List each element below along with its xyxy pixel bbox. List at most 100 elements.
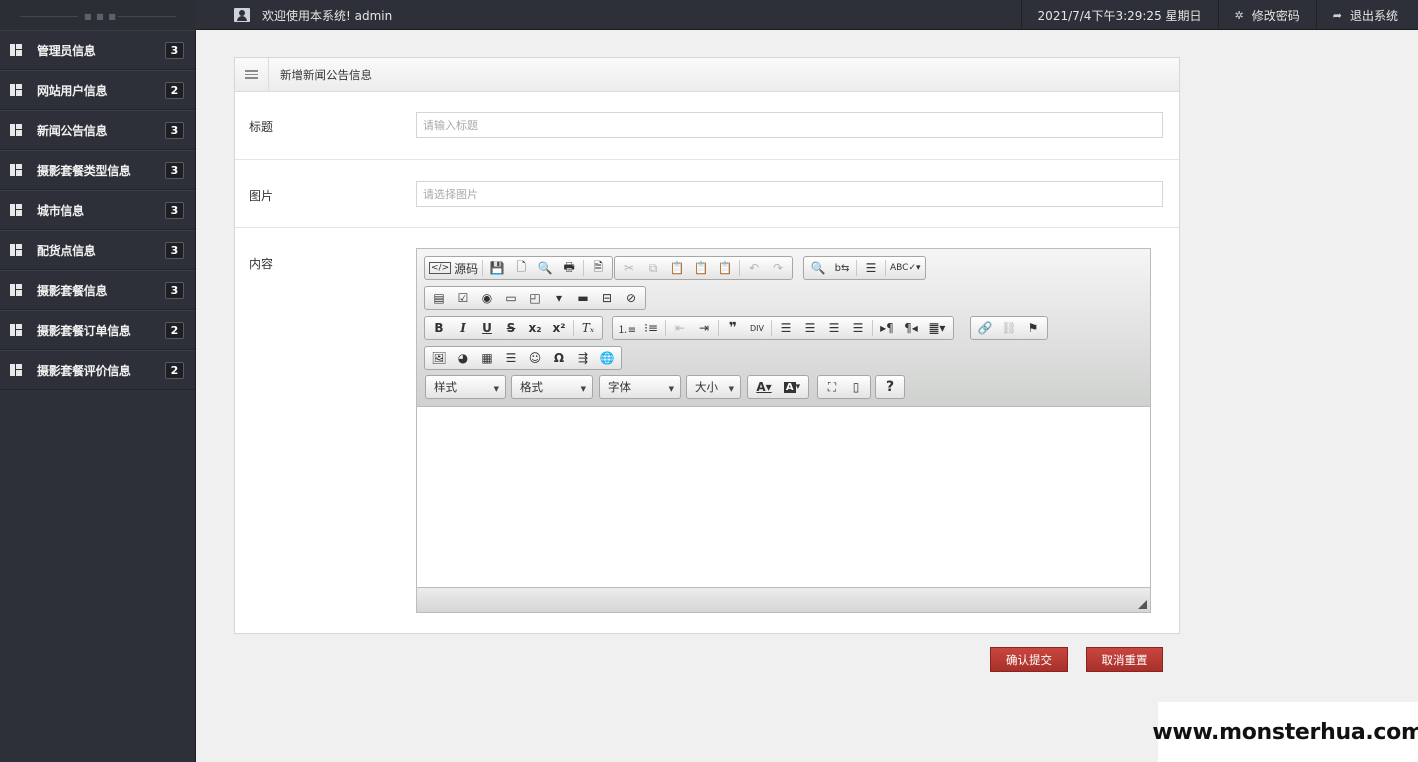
paste-word-button[interactable]: 📋 — [713, 258, 737, 278]
font-select[interactable]: 字体 ▼ — [599, 375, 681, 399]
select-field-button[interactable]: ▾ — [547, 288, 571, 308]
div-button[interactable]: DIV — [745, 318, 769, 338]
templates-icon: 🗎 — [593, 259, 603, 274]
maximize-icon: ⛶ — [827, 379, 837, 394]
ltr-button[interactable]: ▸¶ — [875, 318, 899, 338]
flash-button[interactable]: ◕ — [451, 348, 475, 368]
bold-button[interactable]: B — [427, 318, 451, 338]
align-left-button[interactable]: ☰ — [774, 318, 798, 338]
spellcheck-icon: ABC✓▾ — [890, 263, 921, 273]
image-input[interactable] — [416, 181, 1163, 207]
replace-icon: b⇆ — [834, 262, 850, 274]
horizontal-rule-button[interactable]: ☰ — [499, 348, 523, 368]
logout-button[interactable]: ➦ 退出系统 — [1315, 0, 1418, 30]
image-button[interactable]: 🖼 — [427, 348, 451, 368]
style-select[interactable]: 样式 ▼ — [425, 375, 506, 399]
chevron-down-icon: ▼ — [728, 385, 734, 393]
paste-button[interactable]: 📋 — [665, 258, 689, 278]
blockquote-icon: ❞ — [728, 320, 738, 336]
bulleted-list-button[interactable]: ⁝≡ — [639, 318, 663, 338]
justify-button[interactable]: ☰ — [846, 318, 870, 338]
spellcheck-button[interactable]: ABC✓▾ — [888, 258, 923, 278]
link-button[interactable]: 🔗 — [973, 318, 997, 338]
text-color-button[interactable]: A▾ — [750, 377, 778, 397]
sidebar-item-pickup-points[interactable]: 配货点信息 3 — [0, 230, 195, 270]
replace-button[interactable]: b⇆ — [830, 258, 854, 278]
unlink-button[interactable]: ⛓ — [997, 318, 1021, 338]
divider — [118, 16, 176, 17]
image-button-button[interactable]: ⊟ — [595, 288, 619, 308]
superscript-button[interactable]: x² — [547, 318, 571, 338]
resize-handle-icon[interactable] — [1138, 600, 1147, 609]
hidden-field-icon: ⊘ — [625, 291, 637, 305]
rtl-button[interactable]: ¶◂ — [899, 318, 923, 338]
grid-icon — [10, 44, 22, 56]
radio-button[interactable]: ◉ — [475, 288, 499, 308]
save-button[interactable]: 💾 — [485, 258, 509, 278]
numbered-list-button[interactable]: ⒈≡ — [615, 318, 639, 338]
datetime-display: 2021/7/4下午3:29:25 星期日 — [1020, 0, 1218, 30]
outdent-button[interactable]: ⇤ — [668, 318, 692, 338]
title-input[interactable] — [416, 112, 1163, 138]
editor-content-area[interactable] — [417, 407, 1150, 587]
submit-button[interactable]: 确认提交 — [990, 647, 1068, 672]
preview-button[interactable]: 🔍 — [533, 258, 557, 278]
underline-button[interactable]: U — [475, 318, 499, 338]
indent-button[interactable]: ⇥ — [692, 318, 716, 338]
italic-button[interactable]: I — [451, 318, 475, 338]
new-page-button[interactable]: 🗋 — [509, 258, 533, 278]
table-button[interactable]: ▦ — [475, 348, 499, 368]
format-select[interactable]: 格式 ▼ — [511, 375, 593, 399]
page-break-button[interactable]: ⇶ — [571, 348, 595, 368]
sidebar-item-news[interactable]: 新闻公告信息 3 — [0, 110, 195, 150]
sidebar-collapse-handle[interactable]: ■ ■ ■ — [84, 12, 117, 21]
size-select[interactable]: 大小 ▼ — [686, 375, 741, 399]
checkbox-button[interactable]: ☑ — [451, 288, 475, 308]
undo-button[interactable]: ↶ — [742, 258, 766, 278]
change-password-button[interactable]: ✲ 修改密码 — [1217, 0, 1316, 30]
maximize-button[interactable]: ⛶ — [820, 377, 844, 397]
toolbar-group-paragraph: ⒈≡ ⁝≡ ⇤ ⇥ ❞ DIV ☰ ☰ ☰ ☰ ▸¶ ¶◂ ䷀▾ — [612, 316, 954, 340]
sidebar-item-packages[interactable]: 摄影套餐信息 3 — [0, 270, 195, 310]
radio-icon: ◉ — [481, 291, 493, 305]
reset-button[interactable]: 取消重置 — [1086, 647, 1163, 672]
align-center-button[interactable]: ☰ — [798, 318, 822, 338]
sidebar-item-cities[interactable]: 城市信息 3 — [0, 190, 195, 230]
paste-text-button[interactable]: 📋 — [689, 258, 713, 278]
sidebar-item-orders[interactable]: 摄影套餐订单信息 2 — [0, 310, 195, 350]
subscript-button[interactable]: x₂ — [523, 318, 547, 338]
bg-color-button[interactable]: A ▾ — [778, 377, 806, 397]
source-button[interactable]: </> 源码 — [427, 258, 480, 278]
special-char-button[interactable]: Ω — [547, 348, 571, 368]
templates-button[interactable]: 🗎 — [586, 258, 610, 278]
anchor-button[interactable]: ⚑ — [1021, 318, 1045, 338]
textarea-button[interactable]: ◰ — [523, 288, 547, 308]
sidebar-item-package-types[interactable]: 摄影套餐类型信息 3 — [0, 150, 195, 190]
form-button[interactable]: ▤ — [427, 288, 451, 308]
find-button[interactable]: 🔍 — [806, 258, 830, 278]
sidebar-item-reviews[interactable]: 摄影套餐评价信息 2 — [0, 350, 195, 390]
help-button[interactable]: ? — [878, 377, 902, 397]
iframe-button[interactable]: 🌐 — [595, 348, 619, 368]
show-blocks-button[interactable]: ▯ — [844, 377, 868, 397]
cut-button[interactable]: ✂ — [617, 258, 641, 278]
text-field-button[interactable]: ▭ — [499, 288, 523, 308]
smiley-button[interactable]: ☺ — [523, 348, 547, 368]
cut-icon: ✂ — [623, 261, 635, 275]
hidden-field-button[interactable]: ⊘ — [619, 288, 643, 308]
header-actions: 2021/7/4下午3:29:25 星期日 ✲ 修改密码 ➦ 退出系统 — [1020, 0, 1418, 30]
align-right-button[interactable]: ☰ — [822, 318, 846, 338]
copy-button[interactable]: ⧉ — [641, 258, 665, 278]
sidebar-item-users[interactable]: 网站用户信息 2 — [0, 70, 195, 110]
strike-button[interactable]: S — [499, 318, 523, 338]
form-button-button[interactable]: ▬ — [571, 288, 595, 308]
select-all-button[interactable]: ☰ — [859, 258, 883, 278]
language-button[interactable]: ䷀▾ — [923, 318, 951, 338]
remove-format-button[interactable]: Tₓ — [576, 318, 600, 338]
user-icon — [234, 8, 250, 22]
sidebar-item-admin[interactable]: 管理员信息 3 — [0, 30, 195, 70]
redo-button[interactable]: ↷ — [766, 258, 790, 278]
blockquote-button[interactable]: ❞ — [721, 318, 745, 338]
paste-word-icon: 📋 — [717, 261, 733, 275]
print-button[interactable]: 🖶 — [557, 258, 581, 278]
